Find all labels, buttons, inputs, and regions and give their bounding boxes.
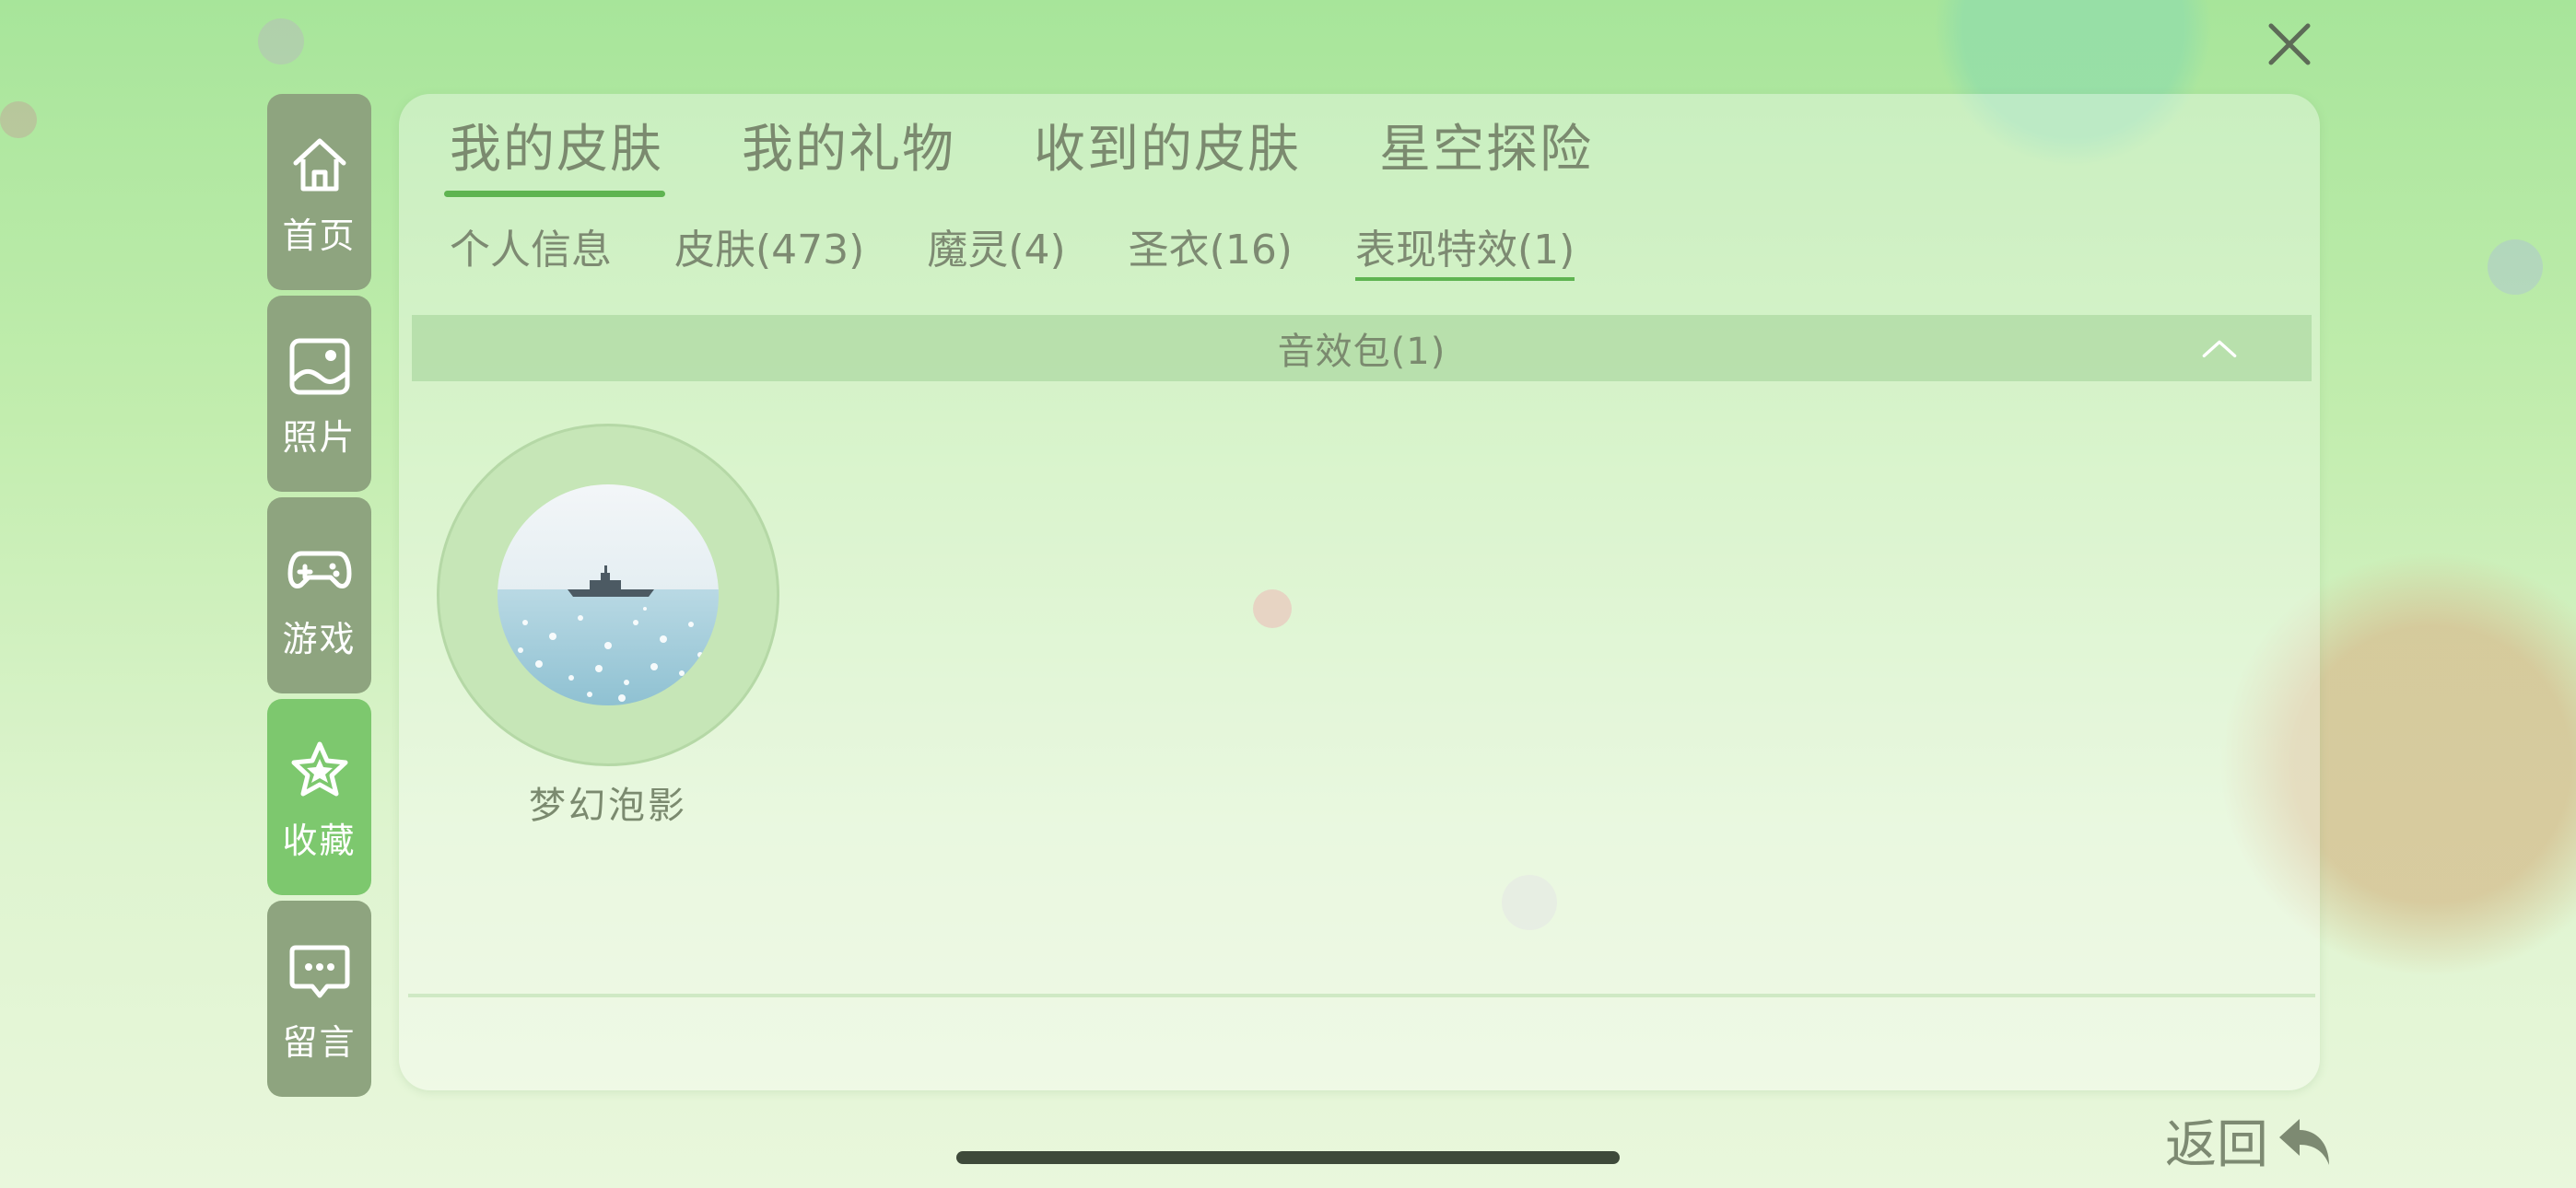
bokeh-decoration	[0, 101, 37, 138]
image-icon	[289, 338, 349, 395]
item-name: 梦幻泡影	[529, 785, 687, 827]
content-panel: 我的皮肤 我的礼物 收到的皮肤 星空探险 个人信息 皮肤(473) 魔灵(4) …	[399, 94, 2320, 1090]
bokeh-decoration	[2488, 239, 2543, 295]
sound-pack-item[interactable]: 梦幻泡影	[436, 424, 780, 829]
divider	[408, 994, 2315, 997]
sub-tabs: 个人信息 皮肤(473) 魔灵(4) 圣衣(16) 表现特效(1)	[450, 218, 1637, 283]
collapse-button[interactable]	[2201, 330, 2238, 367]
home-icon	[293, 138, 345, 192]
main-tabs: 我的皮肤 我的礼物 收到的皮肤 星空探险	[444, 111, 1671, 197]
sidebar-item-label: 首页	[282, 215, 357, 256]
chevron-up-icon	[2202, 340, 2237, 357]
close-icon	[2268, 23, 2311, 65]
sidebar-item-label: 收藏	[282, 821, 357, 861]
subtab-holy-cloth[interactable]: 圣衣(16)	[1129, 218, 1293, 283]
section-title: 音效包(1)	[1277, 331, 1446, 373]
tab-my-gifts[interactable]: 我的礼物	[742, 111, 955, 190]
sidebar-item-photos[interactable]: 照片	[267, 296, 371, 492]
close-button[interactable]	[2262, 17, 2317, 72]
subtab-skins[interactable]: 皮肤(473)	[674, 218, 864, 283]
undo-arrow-icon	[2279, 1118, 2329, 1165]
gamepad-icon	[287, 551, 351, 588]
sea-ship-image	[498, 484, 719, 705]
bokeh-decoration	[258, 18, 304, 64]
tab-my-skins[interactable]: 我的皮肤	[444, 111, 665, 197]
sidebar-item-favorites[interactable]: 收藏	[267, 699, 371, 895]
sidebar-item-home[interactable]: 首页	[267, 94, 371, 290]
sidebar-item-label: 照片	[282, 417, 357, 458]
sidebar-item-label: 留言	[282, 1022, 357, 1063]
item-ring	[437, 424, 779, 766]
message-icon	[289, 945, 349, 998]
tab-received-skins[interactable]: 收到的皮肤	[1034, 111, 1301, 190]
back-label: 返回	[2165, 1115, 2268, 1175]
item-thumbnail	[498, 484, 719, 705]
home-indicator[interactable]	[956, 1151, 1620, 1164]
star-icon	[291, 741, 347, 797]
subtab-effects[interactable]: 表现特效(1)	[1354, 218, 1575, 283]
subtab-spirits[interactable]: 魔灵(4)	[927, 218, 1065, 283]
sidebar: 首页 照片 游戏 收藏 留言	[267, 94, 371, 1097]
subtab-personal-info[interactable]: 个人信息	[450, 218, 612, 283]
sidebar-item-label: 游戏	[282, 619, 357, 659]
tab-star-adventure[interactable]: 星空探险	[1379, 111, 1593, 190]
sidebar-item-games[interactable]: 游戏	[267, 497, 371, 693]
section-header[interactable]: 音效包(1)	[412, 315, 2312, 381]
back-button[interactable]: 返回	[2165, 1103, 2338, 1178]
sidebar-item-messages[interactable]: 留言	[267, 901, 371, 1097]
